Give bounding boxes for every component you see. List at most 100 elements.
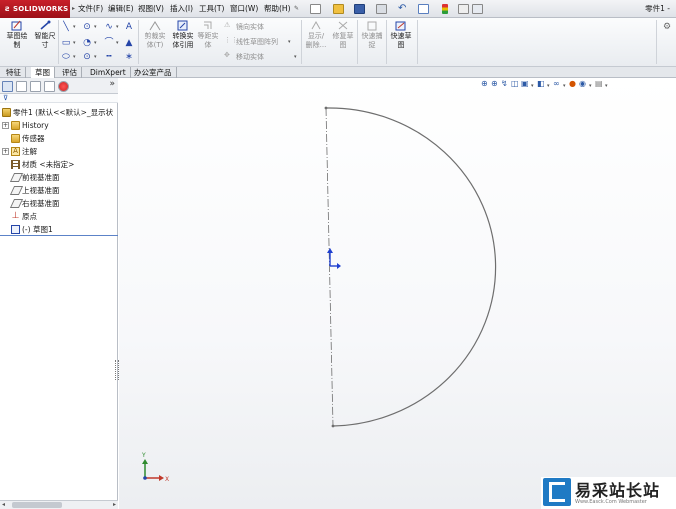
expand-icon[interactable]: +: [2, 122, 9, 129]
text-tool-icon[interactable]: A: [124, 22, 134, 32]
offset-entities-button[interactable]: 等距实 体: [197, 20, 219, 50]
sensor-folder-icon: [11, 134, 20, 143]
tab-sketch[interactable]: 草图: [31, 67, 55, 78]
quick-snaps-button[interactable]: 快速捕 捉: [360, 20, 384, 50]
feature-tree-filter[interactable]: ⊽: [0, 94, 118, 103]
sketch-endpoint[interactable]: [324, 106, 328, 110]
spline-tool-icon[interactable]: ∿: [104, 22, 114, 32]
file-properties-icon[interactable]: [458, 4, 469, 14]
chevron-down-icon[interactable]: ▾: [94, 24, 97, 30]
plane-tool-icon[interactable]: ▲: [124, 38, 134, 48]
centerline-tool-icon[interactable]: ╍: [104, 52, 114, 62]
display-delete-relations-button[interactable]: 显示/ 删除...: [304, 20, 328, 50]
tab-evaluate[interactable]: 评估: [58, 67, 82, 78]
separator: [386, 20, 387, 64]
sketch-endpoint[interactable]: [331, 424, 335, 428]
new-document-icon[interactable]: [310, 4, 321, 14]
point-tool-icon[interactable]: ∗: [124, 52, 134, 62]
menu-tools[interactable]: 工具(T): [199, 0, 224, 18]
menu-help[interactable]: 帮助(H): [264, 0, 291, 18]
scroll-left-icon[interactable]: ◂: [2, 501, 5, 508]
tree-item-front-plane[interactable]: 前视基准面: [0, 171, 118, 184]
chevron-down-icon[interactable]: ▾: [94, 54, 97, 60]
tree-item-top-plane[interactable]: 上视基准面: [0, 184, 118, 197]
feature-tree-tab-icon[interactable]: [2, 81, 13, 92]
chevron-down-icon[interactable]: ▾: [288, 39, 291, 45]
watermark-logo-icon: [543, 478, 571, 506]
sketch-icon: [11, 20, 22, 31]
tree-item-right-plane[interactable]: 右视基准面: [0, 197, 118, 210]
move-entities-label[interactable]: 移动实体: [236, 52, 264, 62]
mirror-entities-label[interactable]: 镜向实体: [236, 22, 264, 32]
open-folder-icon[interactable]: [333, 4, 344, 14]
circle-tool-icon[interactable]: ⊙: [82, 22, 92, 32]
menu-view[interactable]: 视图(V): [138, 0, 164, 18]
fillet-tool-icon[interactable]: ⌒: [104, 38, 114, 48]
menu-window[interactable]: 窗口(W): [230, 0, 258, 18]
chevron-down-icon[interactable]: ▾: [73, 40, 76, 46]
chevron-down-icon[interactable]: ▾: [73, 24, 76, 30]
chevron-down-icon[interactable]: ▾: [94, 40, 97, 46]
menu-edit[interactable]: 编辑(E): [108, 0, 134, 18]
tab-dimxpert[interactable]: DimXpert: [86, 67, 131, 78]
document-title: 零件1 -: [645, 4, 670, 13]
more-tabs-icon[interactable]: »: [109, 79, 115, 89]
rebuild-icon[interactable]: [442, 4, 448, 14]
horizontal-scrollbar[interactable]: ◂ ▸: [0, 500, 118, 509]
select-icon[interactable]: [418, 4, 429, 14]
configuration-manager-tab-icon[interactable]: [30, 81, 41, 92]
chevron-down-icon[interactable]: ▾: [116, 24, 119, 30]
separator: [301, 20, 302, 64]
display-manager-tab-icon[interactable]: [58, 81, 69, 92]
sketch-canvas[interactable]: Y X: [119, 78, 676, 509]
convert-entities-button[interactable]: 转换实 体引用: [170, 20, 196, 50]
scrollbar-thumb[interactable]: [12, 502, 62, 508]
property-manager-tab-icon[interactable]: [16, 81, 27, 92]
reference-triad-icon: [142, 459, 164, 481]
command-manager-options-icon[interactable]: ⚙: [662, 22, 672, 32]
chevron-down-icon[interactable]: ▾: [116, 40, 119, 46]
options-icon[interactable]: [472, 4, 483, 14]
save-icon[interactable]: [354, 4, 365, 14]
solidworks-logo[interactable]: ƨ SOLIDWORKS: [0, 0, 70, 18]
tree-item-history[interactable]: + History: [0, 119, 118, 132]
logo-dropdown-icon[interactable]: ▸: [72, 0, 75, 18]
scroll-right-icon[interactable]: ▸: [113, 501, 116, 508]
rapid-sketch-button[interactable]: 快速草 图: [388, 20, 414, 50]
repair-sketch-button[interactable]: 修复草 图: [331, 20, 355, 50]
chevron-down-icon[interactable]: ▾: [294, 54, 297, 60]
expand-icon[interactable]: +: [2, 148, 9, 155]
separator: [656, 20, 657, 64]
triad-x-label: X: [165, 476, 169, 483]
arc-tool-icon[interactable]: ◔: [82, 38, 92, 48]
mirror-icon[interactable]: ⚠: [224, 21, 230, 29]
linear-pattern-label[interactable]: 线性草图阵列: [236, 37, 278, 47]
sketch-centerline[interactable]: [325, 107, 334, 427]
polygon-tool-icon[interactable]: ⊙: [82, 52, 92, 62]
tree-item-sketch1[interactable]: (-) 草图1: [0, 223, 118, 236]
tab-office-products[interactable]: 办公室产品: [130, 67, 177, 78]
sketch-button[interactable]: 草图绘 制: [3, 20, 31, 50]
chevron-down-icon[interactable]: ▾: [73, 54, 76, 60]
print-icon[interactable]: [376, 4, 387, 14]
tree-item-origin[interactable]: ⊥ 原点: [0, 210, 118, 223]
trim-entities-button[interactable]: 剪裁实 体(T): [142, 20, 168, 50]
menu-file[interactable]: 文件(F): [78, 0, 103, 18]
move-entities-icon[interactable]: ✥: [224, 51, 230, 59]
line-tool-icon[interactable]: ╲: [61, 22, 71, 32]
slot-tool-icon[interactable]: ⬭: [61, 52, 71, 62]
tree-item-material[interactable]: 材质 <未指定>: [0, 158, 118, 171]
sketch-arc[interactable]: [325, 107, 497, 427]
menu-insert[interactable]: 插入(I): [170, 0, 193, 18]
smart-dimension-icon: [40, 20, 51, 30]
smart-dimension-button[interactable]: 智能尺 寸: [32, 20, 58, 50]
tree-root-part[interactable]: 零件1 (默认<<默认>_显示状: [0, 106, 118, 119]
dimxpert-manager-tab-icon[interactable]: [44, 81, 55, 92]
pin-icon[interactable]: ✎: [294, 0, 299, 18]
graphics-area[interactable]: ⊕ ⊕ ↯ ◫ ▣ ▾ ◧ ▾ ∞ ▾ ● ◉ ▾ ▤ ▾ Y X: [119, 78, 676, 509]
rectangle-tool-icon[interactable]: ▭: [61, 38, 71, 48]
tab-features[interactable]: 特征: [2, 67, 26, 78]
tree-item-sensors[interactable]: 传感器: [0, 132, 118, 145]
tree-item-annotations[interactable]: + A 注解: [0, 145, 118, 158]
undo-icon[interactable]: ↶: [398, 0, 406, 18]
